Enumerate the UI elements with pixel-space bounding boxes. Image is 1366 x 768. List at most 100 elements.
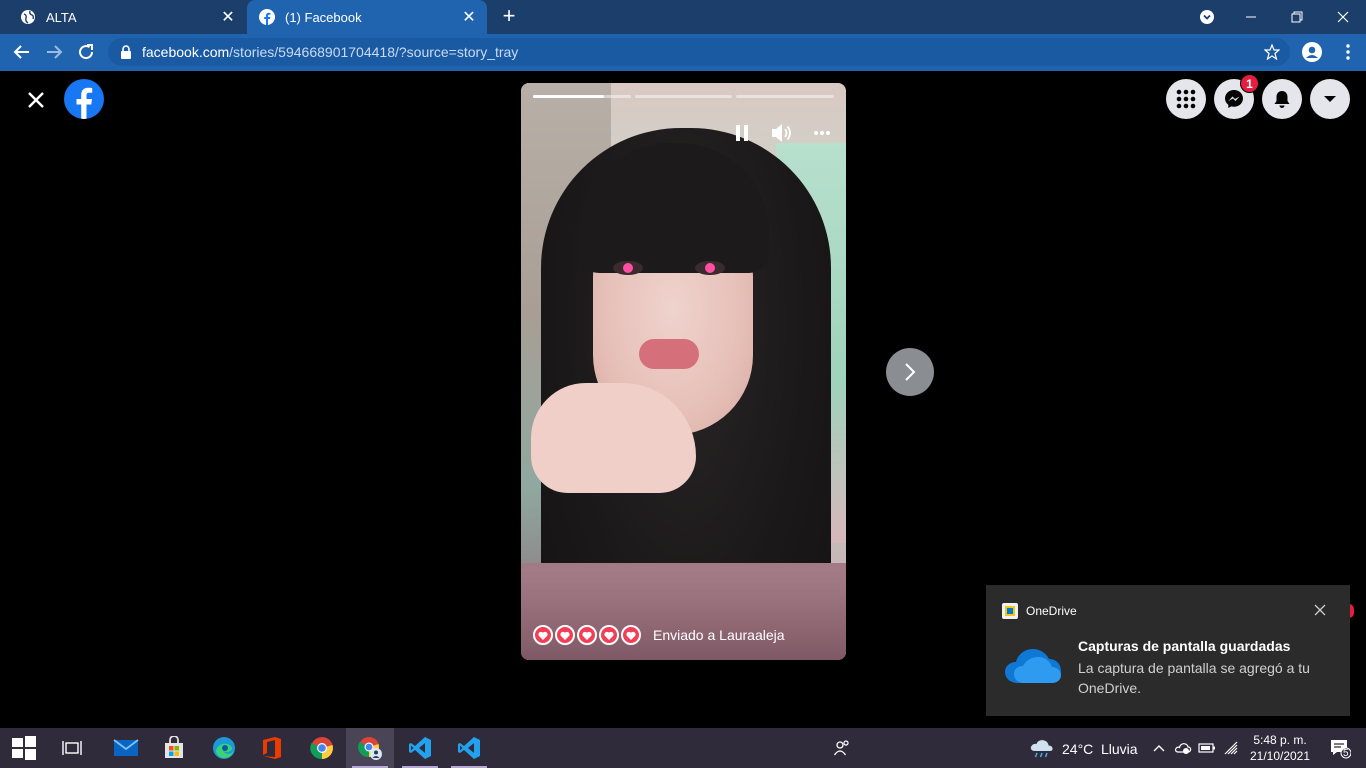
profile-button[interactable] xyxy=(1298,38,1326,66)
office-icon xyxy=(263,737,281,759)
story-progress-segment xyxy=(635,95,732,98)
more-vertical-icon xyxy=(1346,44,1350,60)
onedrive-notification[interactable]: OneDrive Capturas de pantalla guardadas … xyxy=(986,585,1350,716)
story-options-button[interactable] xyxy=(810,121,834,145)
story-progress-segment xyxy=(533,95,631,98)
tab-title: (1) Facebook xyxy=(285,9,362,25)
close-stories-button[interactable] xyxy=(24,88,48,112)
action-center-button[interactable]: 5 xyxy=(1318,728,1362,768)
browser-toolbar: facebook.com/stories/594668901704418/?so… xyxy=(0,34,1366,70)
microsoft-store-app[interactable] xyxy=(150,728,198,768)
close-icon xyxy=(1314,604,1326,616)
new-tab-button[interactable]: + xyxy=(497,5,521,28)
mail-app[interactable] xyxy=(102,728,150,768)
star-icon xyxy=(1264,44,1280,60)
wifi-icon xyxy=(1224,741,1238,755)
vscode-app-second[interactable] xyxy=(445,728,493,768)
close-icon xyxy=(1337,11,1349,23)
chevron-right-icon xyxy=(905,363,916,381)
minimize-button[interactable] xyxy=(1228,0,1274,34)
arrow-right-icon xyxy=(47,45,63,59)
pause-button[interactable] xyxy=(730,121,754,145)
story-card[interactable]: Enviado a Lauraaleja xyxy=(521,83,846,660)
facebook-icon xyxy=(259,9,275,25)
chevron-up-icon xyxy=(1153,745,1165,752)
story-progress-segment xyxy=(736,95,834,98)
task-view-icon xyxy=(62,741,82,755)
edge-icon xyxy=(213,737,235,759)
avatar-icon xyxy=(1302,42,1322,62)
onedrive-sync-icon xyxy=(1174,743,1192,754)
close-tab-icon[interactable]: ✕ xyxy=(220,9,236,26)
grid-icon xyxy=(1176,89,1196,109)
people-button[interactable] xyxy=(818,728,866,768)
heart-reaction-icon xyxy=(533,625,553,645)
vscode-icon xyxy=(409,737,431,759)
bookmark-button[interactable] xyxy=(1258,38,1286,66)
story-photo-eye xyxy=(695,261,725,275)
bell-icon xyxy=(1274,91,1290,108)
browser-menu-button[interactable] xyxy=(1334,38,1362,66)
notifications-button[interactable] xyxy=(1262,79,1302,119)
reload-button[interactable] xyxy=(72,38,100,66)
people-icon xyxy=(833,740,849,756)
volume-icon xyxy=(772,124,791,142)
facebook-icon xyxy=(76,87,93,119)
next-story-button[interactable] xyxy=(886,348,934,396)
heart-reaction-icon xyxy=(555,625,575,645)
windows-taskbar: 24°C Lluvia xyxy=(0,728,1366,768)
account-button[interactable] xyxy=(1310,79,1350,119)
chevron-down-icon xyxy=(1200,10,1214,24)
messenger-icon xyxy=(1225,90,1243,108)
close-icon xyxy=(28,92,44,108)
url-text: facebook.com/stories/594668901704418/?so… xyxy=(142,44,518,60)
office-app[interactable] xyxy=(248,728,296,768)
facebook-logo[interactable] xyxy=(64,79,104,119)
onedrive-tray-button[interactable] xyxy=(1170,728,1196,768)
mail-icon xyxy=(113,739,139,756)
lock-icon xyxy=(120,45,132,59)
back-button[interactable] xyxy=(8,38,36,66)
reload-icon xyxy=(79,44,94,60)
forward-button[interactable] xyxy=(40,38,68,66)
edge-app[interactable] xyxy=(200,728,248,768)
menu-button[interactable] xyxy=(1166,79,1206,119)
start-button[interactable] xyxy=(0,728,48,768)
tab-facebook[interactable]: (1) Facebook ✕ xyxy=(247,0,487,34)
story-photo-eye xyxy=(613,261,643,275)
notification-count: 5 xyxy=(1343,748,1349,759)
vscode-icon xyxy=(458,737,480,759)
notification-app-header: OneDrive xyxy=(1002,603,1077,619)
weather-widget[interactable] xyxy=(1018,728,1066,768)
url-host: facebook.com xyxy=(142,44,230,60)
chrome-profile-app[interactable] xyxy=(346,728,394,768)
task-view-button[interactable] xyxy=(48,728,96,768)
pause-icon xyxy=(736,125,748,141)
restore-button[interactable] xyxy=(1274,0,1320,34)
more-horizontal-icon xyxy=(814,131,830,135)
minimize-icon xyxy=(1246,16,1256,18)
chrome-app[interactable] xyxy=(298,728,346,768)
notification-app-name: OneDrive xyxy=(1026,604,1077,618)
sent-to-label: Enviado a Lauraaleja xyxy=(653,627,785,643)
vscode-app[interactable] xyxy=(396,728,444,768)
notification-body: La captura de pantalla se agregó a tu On… xyxy=(1078,660,1310,696)
heart-reaction-icon xyxy=(577,625,597,645)
url-path: /stories/594668901704418/?source=story_t… xyxy=(229,44,519,60)
onedrive-cloud-icon xyxy=(1004,645,1062,685)
address-bar[interactable]: facebook.com/stories/594668901704418/?so… xyxy=(108,38,1290,66)
battery-button[interactable] xyxy=(1194,728,1220,768)
close-tab-icon[interactable]: ✕ xyxy=(461,9,477,26)
arrow-left-icon xyxy=(13,45,29,59)
system-clock[interactable]: 5:48 p. m. 21/10/2021 xyxy=(1240,732,1320,764)
heart-reaction-icon xyxy=(599,625,619,645)
close-window-button[interactable] xyxy=(1320,0,1366,34)
tab-search-button[interactable] xyxy=(1184,0,1230,34)
tab-title: ALTA xyxy=(46,9,77,25)
globe-icon xyxy=(20,9,36,25)
dismiss-notification-button[interactable] xyxy=(1314,603,1328,617)
tab-alta[interactable]: ALTA ✕ xyxy=(8,0,246,34)
onedrive-app-icon xyxy=(1002,603,1018,619)
chrome-icon xyxy=(310,737,333,760)
mute-button[interactable] xyxy=(770,121,794,145)
